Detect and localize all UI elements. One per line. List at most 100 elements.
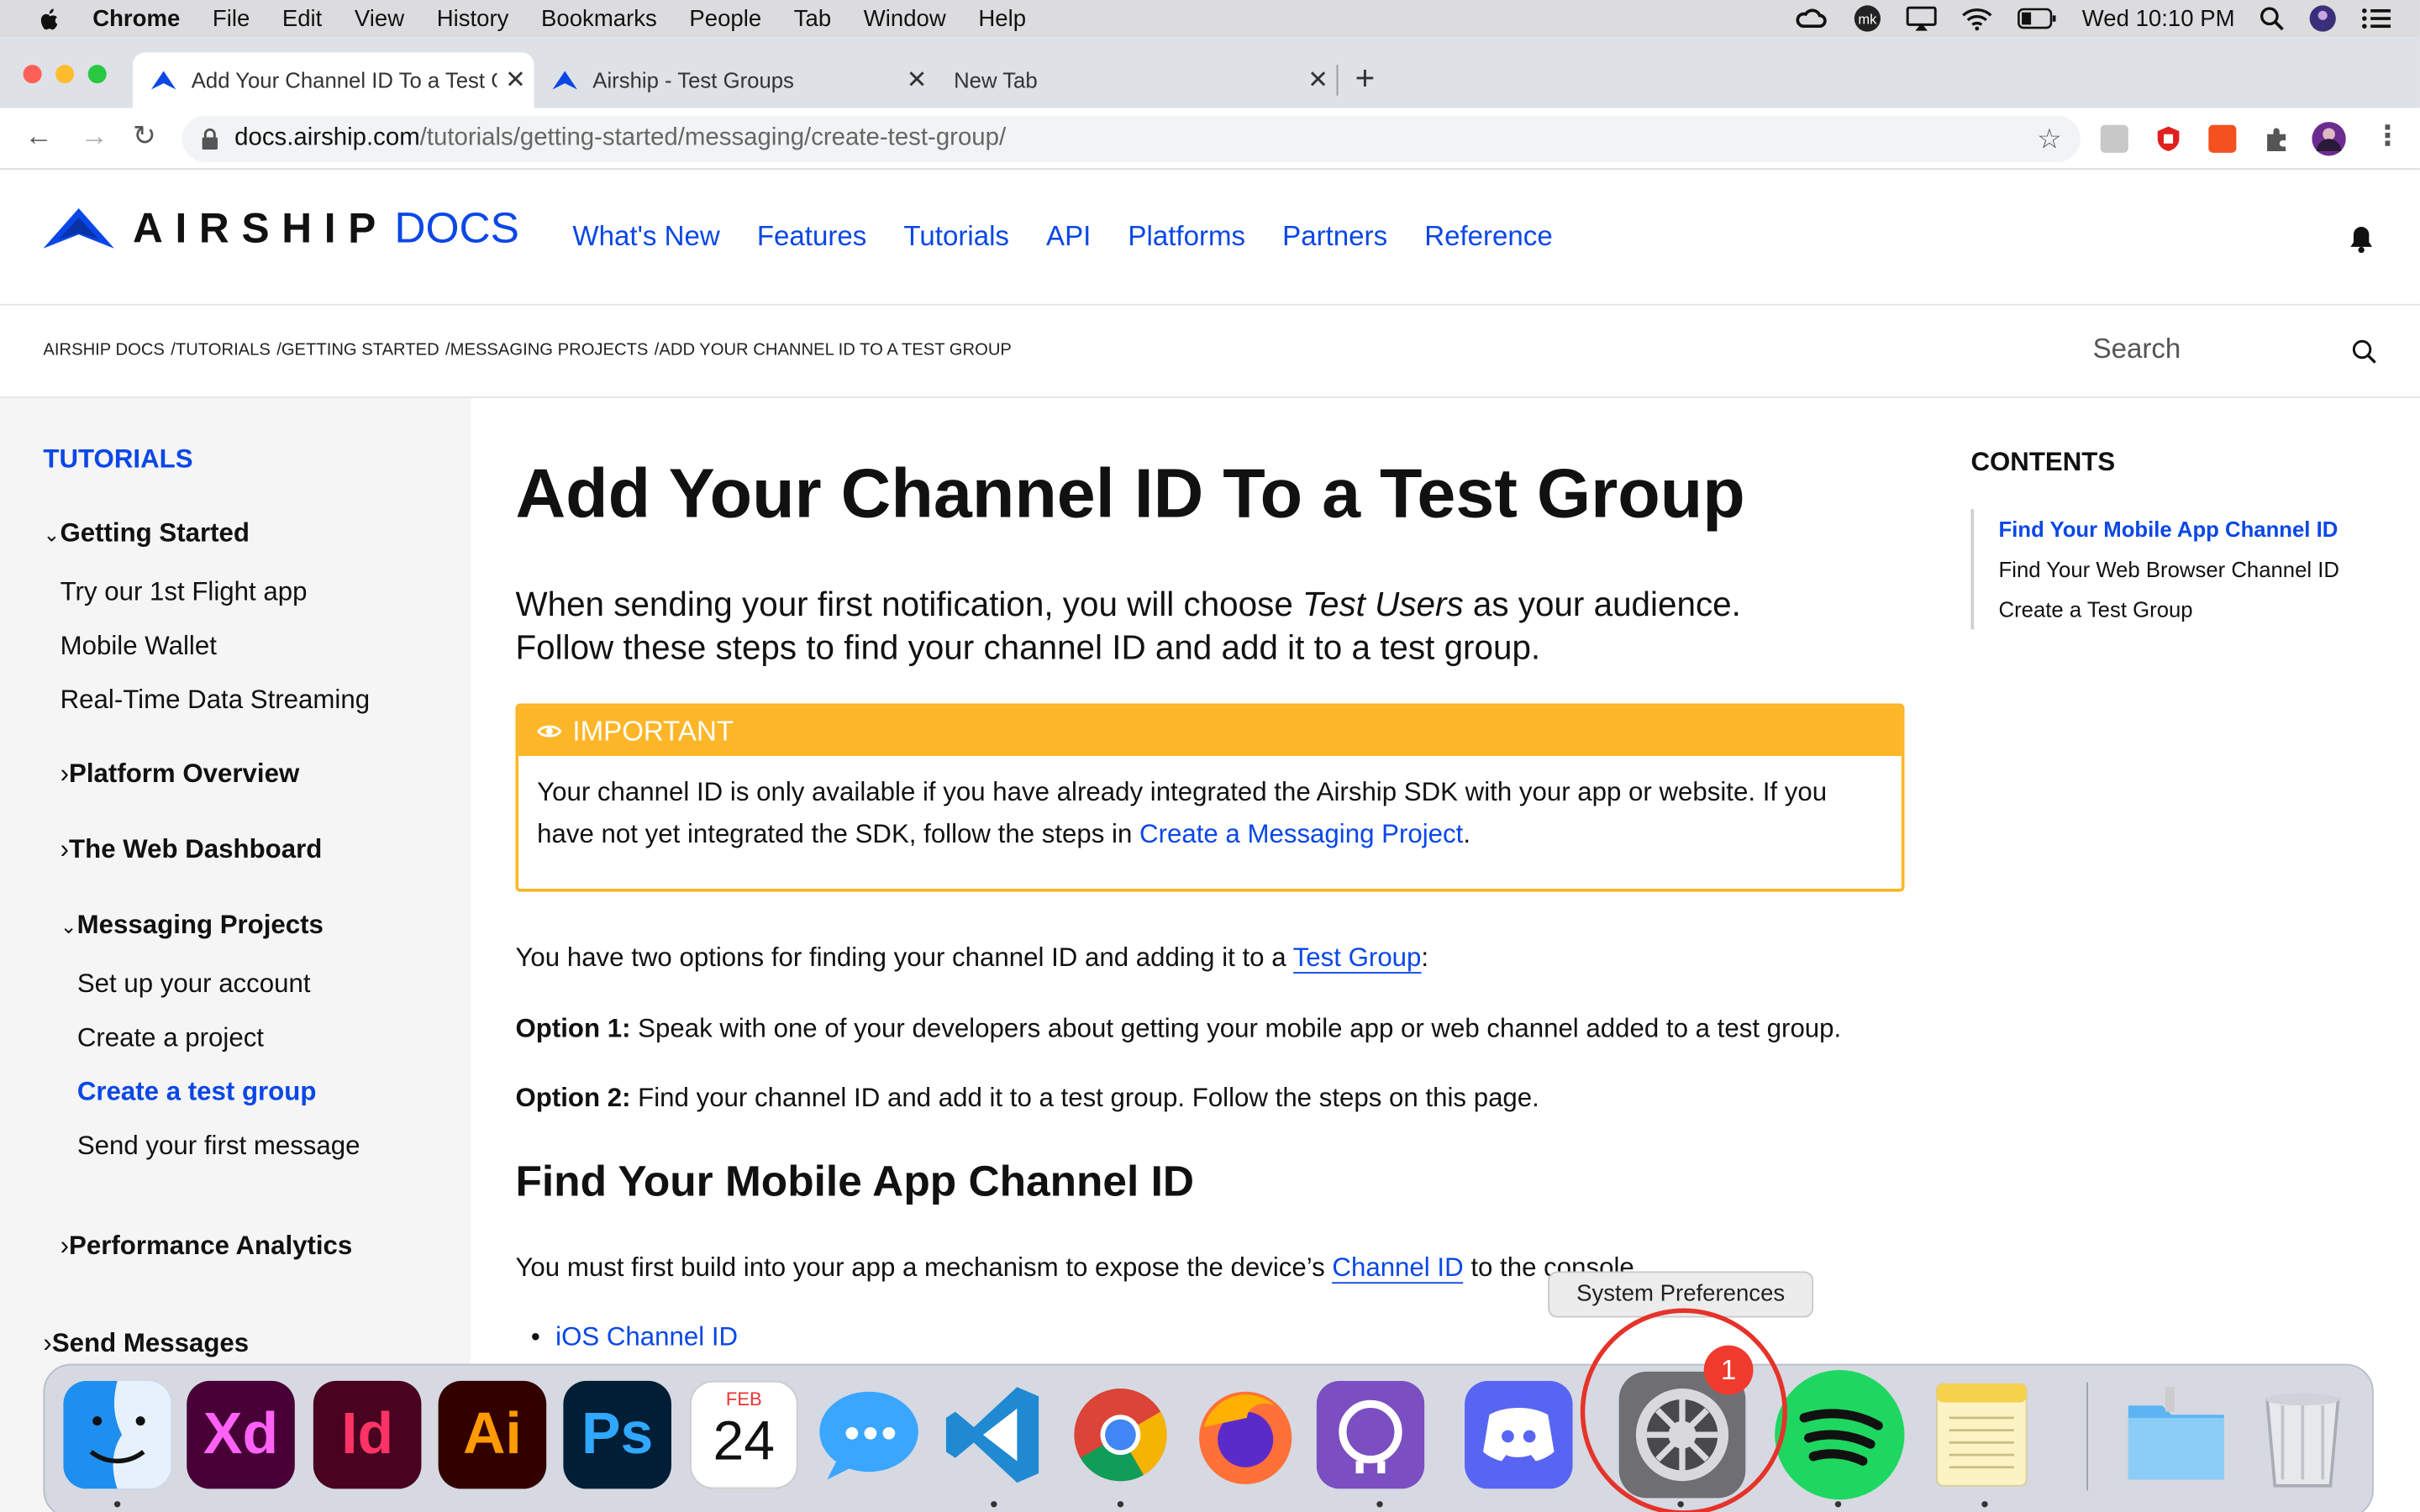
apple-menu-icon[interactable]: [34, 5, 65, 33]
browser-tab-strip: Add Your Channel ID To a Test Group ✕ Ai…: [0, 37, 2420, 108]
menu-clock[interactable]: Wed 10:10 PM: [2082, 5, 2235, 31]
toc-item-web-channel-id[interactable]: Find Your Web Browser Channel ID: [1999, 549, 2372, 590]
create-messaging-project-link[interactable]: Create a Messaging Project: [1139, 819, 1463, 848]
sidebar-section-performance-analytics[interactable]: ›Performance Analytics: [60, 1231, 353, 1263]
menu-people[interactable]: People: [689, 5, 761, 31]
nav-whats-new[interactable]: What's New: [572, 221, 719, 254]
address-bar[interactable]: docs.airship.com/tutorials/getting-start…: [182, 115, 2081, 162]
close-window-button[interactable]: [23, 65, 42, 84]
screen: Chrome File Edit View History Bookmarks …: [0, 0, 2420, 1512]
adobe-xd-icon[interactable]: Xd: [187, 1380, 295, 1489]
user-avatar-icon[interactable]: [2309, 5, 2337, 33]
test-group-link[interactable]: Test Group: [1292, 942, 1422, 974]
new-tab-plus-icon[interactable]: +: [1355, 59, 1376, 99]
chrome-icon[interactable]: [1066, 1381, 1175, 1489]
browser-menu-kebab-icon[interactable]: ⋮: [2374, 120, 2402, 153]
calendar-icon[interactable]: FEB 24: [690, 1380, 798, 1489]
minimize-window-button[interactable]: [55, 65, 75, 84]
ublock-shield-icon[interactable]: [2154, 125, 2182, 153]
bookmark-star-icon[interactable]: ☆: [2037, 123, 2062, 155]
profile-avatar-icon[interactable]: [2312, 122, 2346, 156]
zoom-window-button[interactable]: [87, 65, 107, 84]
mk-status-icon[interactable]: mk: [1854, 5, 1881, 33]
sidebar-item-realtime-data[interactable]: Real-Time Data Streaming: [60, 685, 370, 716]
adobe-illustrator-icon[interactable]: Ai: [438, 1380, 547, 1489]
reload-icon[interactable]: ↻: [133, 120, 156, 153]
creative-cloud-icon[interactable]: [1795, 6, 1828, 30]
adobe-indesign-icon[interactable]: Id: [313, 1380, 422, 1489]
ios-channel-id-link[interactable]: iOS Channel ID: [555, 1322, 738, 1352]
extension-orange-icon[interactable]: [2208, 124, 2237, 153]
tab-airship-test-groups[interactable]: Airship - Test Groups ✕: [534, 52, 935, 108]
chevron-down-icon: ⌄: [43, 522, 60, 547]
breadcrumb-item[interactable]: /TUTORIALS: [171, 341, 271, 360]
firefox-icon[interactable]: [1192, 1381, 1300, 1489]
channel-id-link[interactable]: Channel ID: [1332, 1252, 1464, 1284]
spotlight-search-icon[interactable]: [2260, 6, 2284, 31]
extensions-puzzle-icon[interactable]: [2263, 125, 2291, 153]
notification-center-icon[interactable]: [2361, 6, 2392, 30]
browser-toolbar: ← → ↻ docs.airship.com/tutorials/getting…: [0, 108, 2420, 171]
menu-window[interactable]: Window: [864, 5, 946, 31]
menu-help[interactable]: Help: [978, 5, 1026, 31]
notes-icon[interactable]: [1928, 1381, 2036, 1489]
sidebar-item-mobile-wallet[interactable]: Mobile Wallet: [60, 631, 217, 662]
nav-api[interactable]: API: [1046, 221, 1091, 254]
sidebar-item-first-flight[interactable]: Try our 1st Flight app: [60, 577, 308, 608]
finder-icon[interactable]: [63, 1380, 171, 1489]
nav-features[interactable]: Features: [757, 221, 866, 254]
main-nav: What's New Features Tutorials API Platfo…: [572, 221, 1552, 254]
menu-tab[interactable]: Tab: [794, 5, 831, 31]
sidebar-section-send-messages[interactable]: ›Send Messages: [43, 1328, 249, 1359]
menu-file[interactable]: File: [213, 5, 250, 31]
nav-tutorials[interactable]: Tutorials: [903, 221, 1009, 254]
github-desktop-icon[interactable]: [1316, 1380, 1425, 1489]
menu-edit[interactable]: Edit: [282, 5, 322, 31]
sidebar-section-web-dashboard[interactable]: ›The Web Dashboard: [60, 835, 323, 866]
nav-reference[interactable]: Reference: [1424, 221, 1553, 254]
tab-active-add-channel-id[interactable]: Add Your Channel ID To a Test Group ✕: [132, 52, 534, 108]
spotify-icon[interactable]: [1773, 1368, 1906, 1501]
airplay-icon[interactable]: [1906, 6, 1937, 31]
adobe-photoshop-icon[interactable]: Ps: [563, 1380, 671, 1489]
sidebar-item-create-test-group[interactable]: Create a test group: [77, 1077, 317, 1108]
sidebar-heading[interactable]: TUTORIALS: [43, 444, 192, 475]
menu-bookmarks[interactable]: Bookmarks: [541, 5, 657, 31]
toc-item-mobile-channel-id[interactable]: Find Your Mobile App Channel ID: [1999, 509, 2372, 549]
nav-platforms[interactable]: Platforms: [1128, 221, 1245, 254]
notification-bell-icon[interactable]: [2349, 225, 2373, 254]
battery-icon[interactable]: [2018, 8, 2058, 29]
back-arrow-icon[interactable]: ←: [24, 120, 52, 153]
sidebar-section-platform-overview[interactable]: ›Platform Overview: [60, 759, 300, 790]
downloads-folder-icon[interactable]: [2122, 1381, 2230, 1489]
sidebar-section-getting-started[interactable]: ⌄Getting Started: [43, 518, 250, 549]
sidebar-item-send-first-message[interactable]: Send your first message: [77, 1131, 360, 1162]
sidebar-item-create-project[interactable]: Create a project: [77, 1023, 264, 1054]
menu-history[interactable]: History: [437, 5, 509, 31]
wifi-icon[interactable]: [1962, 6, 1993, 31]
nav-partners[interactable]: Partners: [1282, 221, 1387, 254]
sidebar-item-setup-account[interactable]: Set up your account: [77, 969, 311, 1000]
lock-icon[interactable]: [201, 128, 219, 150]
breadcrumb-item[interactable]: /GETTING STARTED: [276, 341, 439, 360]
close-tab-icon[interactable]: ✕: [1300, 65, 1337, 96]
running-indicator: [991, 1501, 997, 1508]
sidebar-section-messaging-projects[interactable]: ⌄Messaging Projects: [60, 911, 324, 942]
breadcrumb-item[interactable]: /MESSAGING PROJECTS: [445, 341, 648, 360]
tab-new-tab[interactable]: New Tab ✕: [935, 52, 1337, 108]
discord-icon[interactable]: [1465, 1380, 1573, 1489]
search-input[interactable]: Search: [2093, 333, 2181, 366]
breadcrumb-item[interactable]: AIRSHIP DOCS: [43, 341, 164, 360]
menu-app-name[interactable]: Chrome: [92, 5, 180, 31]
vscode-icon[interactable]: [940, 1381, 1049, 1489]
toc-item-create-test-group[interactable]: Create a Test Group: [1999, 590, 2372, 630]
close-tab-icon[interactable]: ✕: [898, 65, 935, 96]
search-icon[interactable]: [2352, 339, 2376, 364]
close-tab-icon[interactable]: ✕: [497, 65, 534, 96]
airship-docs-logo[interactable]: AIRSHIP DOCS: [43, 203, 519, 253]
forward-arrow-icon[interactable]: →: [81, 120, 108, 153]
extension-grey-icon[interactable]: [2100, 124, 2128, 153]
trash-icon[interactable]: [2249, 1381, 2357, 1489]
menu-view[interactable]: View: [355, 5, 404, 31]
messages-icon[interactable]: [815, 1381, 923, 1489]
